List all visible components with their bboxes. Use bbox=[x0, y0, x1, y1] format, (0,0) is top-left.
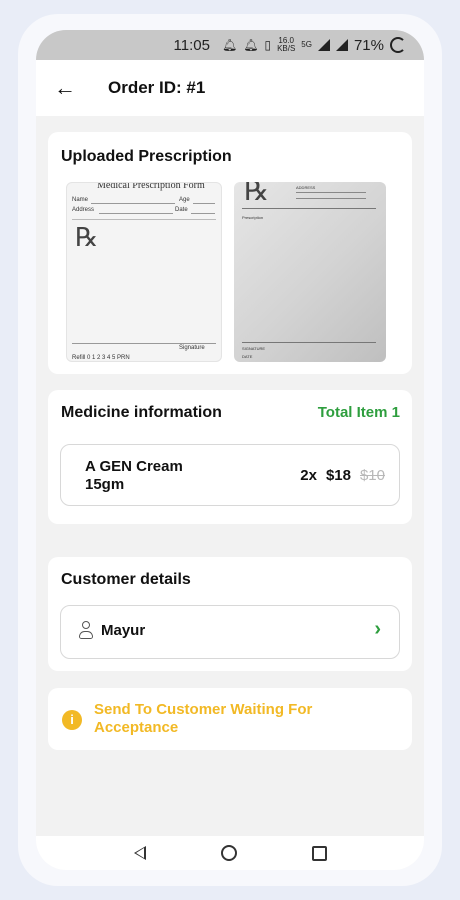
arrow-left-icon[interactable]: ← bbox=[54, 75, 94, 101]
data-speed: 16.0 KB/S bbox=[277, 36, 296, 53]
rx-symbol-2: ℞ bbox=[244, 182, 270, 207]
signal-icon bbox=[317, 39, 330, 51]
user-icon bbox=[79, 621, 93, 641]
medicine-pricing: 2x $18 $10 bbox=[300, 467, 385, 484]
medicine-card: Medicine information Total Item 1 A GEN … bbox=[48, 390, 412, 524]
address-line-3 bbox=[296, 198, 366, 199]
prescription-title: Uploaded Prescription bbox=[61, 148, 232, 165]
name-line bbox=[91, 203, 175, 204]
address-line-2 bbox=[296, 192, 366, 193]
header-divider bbox=[72, 219, 216, 220]
date-label: Date bbox=[175, 207, 188, 213]
age-label: Age bbox=[179, 197, 190, 203]
form-heading: Medical Prescription Form bbox=[97, 182, 205, 191]
status-time: 11:05 bbox=[173, 36, 210, 54]
prescription-image-1[interactable]: Medical Prescription Form Name Age Addre… bbox=[66, 182, 222, 362]
battery-icon bbox=[390, 37, 406, 53]
medicine-quantity: 2x bbox=[300, 467, 317, 484]
medicine-item[interactable]: A GEN Cream 15gm 2x $18 $10 bbox=[60, 444, 400, 506]
battery-level: 71% bbox=[353, 36, 384, 54]
nav-back-icon[interactable] bbox=[133, 846, 146, 860]
prescription-image-2[interactable]: ℞ ADDRESS Prescription SIGNATURE DATE bbox=[234, 182, 386, 362]
header-divider-2 bbox=[242, 208, 376, 209]
customer-name: Mayur bbox=[101, 622, 146, 639]
prescription-label: Prescription bbox=[242, 215, 264, 220]
signal-icon-2 bbox=[335, 39, 348, 51]
nav-home-icon[interactable] bbox=[220, 845, 237, 861]
chevron-right-icon[interactable]: › bbox=[374, 618, 381, 641]
info-icon: i bbox=[62, 710, 82, 730]
signature-label: Signature bbox=[179, 345, 205, 351]
network-type: 5G bbox=[301, 40, 312, 49]
page-title: Order ID: #1 bbox=[108, 78, 206, 97]
app-header: ← Order ID: #1 bbox=[36, 60, 424, 116]
footer-divider-2 bbox=[242, 342, 376, 343]
address-label-2: ADDRESS bbox=[296, 185, 316, 190]
order-status-text: Send To Customer Waiting For Acceptance bbox=[94, 701, 313, 736]
system-nav-bar bbox=[36, 836, 424, 870]
medicine-title: Medicine information bbox=[61, 404, 222, 421]
date-label-2: DATE bbox=[242, 354, 253, 359]
customer-title: Customer details bbox=[61, 571, 191, 588]
signature-label-2: SIGNATURE bbox=[242, 346, 266, 351]
order-status-card: i Send To Customer Waiting For Acceptanc… bbox=[48, 688, 412, 750]
app-screen: 11:05 🔔︎ 🔔︎ ▯ 16.0 KB/S 5G 71% ← Order I… bbox=[36, 30, 424, 870]
medicine-original-price: $10 bbox=[359, 467, 385, 484]
address-line bbox=[99, 213, 173, 214]
signature-line bbox=[72, 343, 216, 344]
prescription-card: Uploaded Prescription Medical Prescripti… bbox=[48, 132, 412, 374]
refill-label: Refill 0 1 2 3 4 5 PRN bbox=[72, 355, 130, 361]
total-items: Total Item 1 bbox=[317, 404, 400, 421]
notification-icon: 🔔︎ bbox=[221, 38, 238, 52]
status-bar: 11:05 🔔︎ 🔔︎ ▯ 16.0 KB/S 5G 71% bbox=[36, 30, 424, 60]
notification-icon-2: 🔔︎ bbox=[243, 38, 259, 52]
vibrate-icon: ▯ bbox=[264, 38, 272, 52]
date-line bbox=[191, 213, 215, 214]
age-line bbox=[193, 203, 215, 204]
customer-row[interactable]: Mayur › bbox=[60, 605, 400, 659]
name-label: Name bbox=[72, 197, 89, 203]
medicine-name: A GEN Cream 15gm bbox=[85, 458, 183, 493]
rx-symbol: ℞ bbox=[75, 223, 99, 253]
address-label: Address bbox=[72, 207, 95, 213]
customer-card: Customer details Mayur › bbox=[48, 557, 412, 671]
nav-recents-icon[interactable] bbox=[311, 845, 327, 861]
medicine-price: $18 bbox=[325, 467, 351, 484]
